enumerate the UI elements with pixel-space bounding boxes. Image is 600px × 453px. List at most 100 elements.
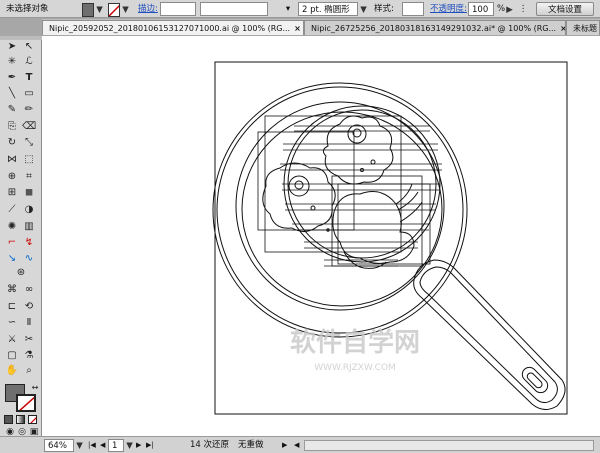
shape-builder-tool-icon[interactable]: ⊕ [5,171,19,183]
status-bar: 64% ▼ |◀ ◀ 1 ▼ ▶ ▶| 14 次还原 无重做 ▶ ◀ [0,436,600,453]
canvas[interactable]: 软件自学网 WWW.RJZXW.COM [42,36,600,436]
brush-icon[interactable]: ▾ [282,2,294,16]
status-menu-arrow-icon[interactable]: ▶ [282,439,287,452]
warp-tool-icon[interactable]: ⌘ [5,284,19,296]
opacity-dropdown-chevron-icon[interactable]: ▶ [505,3,514,17]
more-options-icon[interactable]: ⋮ [518,2,528,16]
wrinkle-tool-icon[interactable]: Ⅱ [22,317,36,329]
sausage [332,183,423,269]
redo-status: 无重做 [238,440,264,450]
opacity-label[interactable]: 不透明度: [430,2,467,16]
style-label: 样式: [374,4,394,14]
width-tool-icon[interactable]: ⋈ [5,154,19,166]
opacity-unit: % [497,4,506,14]
zoom-dropdown-chevron-icon[interactable]: ▼ [75,440,84,453]
selection-bounds [257,115,431,267]
brush-dropdown-chevron-icon[interactable]: ▼ [359,3,368,17]
document-setup-button[interactable]: 文档设置 [536,2,594,16]
grill-lines [280,125,442,267]
watermark-url: WWW.RJZXW.COM [314,363,396,373]
brush-definition-select[interactable]: 2 pt. 椭圆形 [298,2,358,16]
pan-handle [413,259,566,410]
print-tiling-tool-icon[interactable]: ⚗ [22,350,36,362]
egg-left [262,162,336,232]
gradient-mode-icon[interactable] [16,415,25,424]
artboard-number-field[interactable]: 1 [108,439,124,452]
hand-grab-tool-icon[interactable]: ✋ [5,365,19,377]
tools-panel: ➤ ↖ ✳ ℒ ✒ T ╲ ▭ ✎ ✏ ⎘ ⌫ ↻ ⤡ ⋈ ⬚ ⊕ ⌗ ⊞ ◼ … [0,36,42,437]
type-tool-icon[interactable]: T [22,72,36,84]
watermark-title: 软件自学网 [290,327,420,358]
tab-label: 未标题 [573,24,597,33]
knife-tool-icon[interactable]: ⚔ [5,334,19,346]
artboard-nav-tool-icon[interactable]: ▢ [5,350,19,362]
scale-tool-icon[interactable]: ⤡ [22,137,36,149]
zoom-magnifier-icon[interactable]: ⌕ [22,365,36,377]
horizontal-scrollbar[interactable] [304,440,594,451]
free-transform-tool-icon[interactable]: ⬚ [22,154,36,166]
stroke-label[interactable]: 描边: [138,2,158,16]
pucker-tool-icon[interactable]: ⊏ [5,301,19,313]
document-tabs: Nipic_20592052_20180106153127071000.ai @… [42,19,600,35]
tab-document-1[interactable]: Nipic_20592052_20180106153127071000.ai @… [42,20,304,35]
scroll-left-button[interactable]: ◀ [294,439,299,452]
stroke-swatch-icon[interactable] [108,3,120,17]
zoom-tool-icon[interactable]: ∿ [22,253,36,265]
direct-selection-tool-icon[interactable]: ↖ [22,41,36,53]
rectangle-tool-icon[interactable]: ▭ [22,88,36,100]
rotate-tool-icon[interactable]: ↻ [5,137,19,149]
opacity-input[interactable]: 100 [468,2,494,16]
selection-status: 未选择对象 [6,4,49,14]
paintbrush-tool-icon[interactable]: ✎ [5,104,19,116]
crystallize-tool-icon[interactable]: ∽ [5,317,19,329]
tab-document-2[interactable]: Nipic_26725256_20180318163149291032.ai* … [304,20,566,35]
previous-artboard-button[interactable]: ◀ [100,439,105,452]
swap-fill-stroke-icon[interactable]: ↔ [30,382,40,394]
fill-dropdown-chevron-icon[interactable]: ▼ [95,3,104,17]
first-artboard-button[interactable]: |◀ [88,439,96,452]
symbol-tool-icon[interactable]: ⊛ [14,267,28,279]
scissors-tool-icon[interactable]: ✂ [22,334,36,346]
fill-swatch-icon[interactable] [82,3,94,17]
symbol-sprayer-tool-icon[interactable]: ✺ [5,221,19,233]
artwork: 软件自学网 WWW.RJZXW.COM [212,61,568,415]
selection-tool-icon[interactable]: ➤ [5,41,19,53]
lasso-tool-icon[interactable]: ℒ [22,56,36,68]
twirl-tool-icon[interactable]: ∞ [22,284,36,296]
panel-grip[interactable] [0,36,42,40]
tab-label: Nipic_26725256_20180318163149291032.ai* … [311,24,557,33]
tab-label: Nipic_20592052_20180106153127071000.ai @… [49,24,291,33]
close-icon[interactable]: × [294,24,301,33]
perspective-grid-tool-icon[interactable]: ⌗ [22,171,36,183]
eyedropper-tool-icon[interactable]: ⟋ [5,204,19,216]
zoom-level-field[interactable]: 64% [44,439,74,452]
last-artboard-button[interactable]: ▶| [146,439,154,452]
stroke-color-swatch-icon[interactable] [16,394,36,412]
bloat-tool-icon[interactable]: ⟲ [22,301,36,313]
magic-wand-tool-icon[interactable]: ✳ [5,56,19,68]
color-mode-icon[interactable] [4,415,13,424]
eraser-tool-icon[interactable]: ⌫ [22,121,36,133]
control-bar: 未选择对象 ▼ ▼ 描边: ▾ 2 pt. 椭圆形 ▼ 样式: 不透明度: 10… [0,0,600,18]
variable-width-profile-select[interactable] [200,2,268,16]
artboard-tool-icon[interactable]: ⌐ [5,237,19,249]
pencil-tool-icon[interactable]: ✏ [22,104,36,116]
hand-tool-icon[interactable]: ↘ [5,253,19,265]
mesh-tool-icon[interactable]: ⊞ [5,187,19,199]
stroke-weight-input[interactable] [160,2,196,16]
blend-tool-icon[interactable]: ◑ [22,204,36,216]
none-mode-icon[interactable] [28,415,37,424]
next-artboard-button[interactable]: ▶ [136,439,141,452]
illustrator-window: 未选择对象 ▼ ▼ 描边: ▾ 2 pt. 椭圆形 ▼ 样式: 不透明度: 10… [0,0,600,453]
slice-tool-icon[interactable]: ↯ [22,237,36,249]
stroke-dropdown-chevron-icon[interactable]: ▼ [121,3,130,17]
undo-history-status: 14 次还原 [190,440,230,450]
column-graph-tool-icon[interactable]: ▥ [22,221,36,233]
tab-document-3[interactable]: 未标题 [566,20,600,35]
graphic-style-icon[interactable] [402,2,424,16]
blob-brush-tool-icon[interactable]: ⎘ [5,121,19,133]
artboard-dropdown-chevron-icon[interactable]: ▼ [125,440,134,453]
line-segment-tool-icon[interactable]: ╲ [5,88,19,100]
pen-tool-icon[interactable]: ✒ [5,72,19,84]
gradient-tool-icon[interactable]: ◼ [22,187,36,199]
